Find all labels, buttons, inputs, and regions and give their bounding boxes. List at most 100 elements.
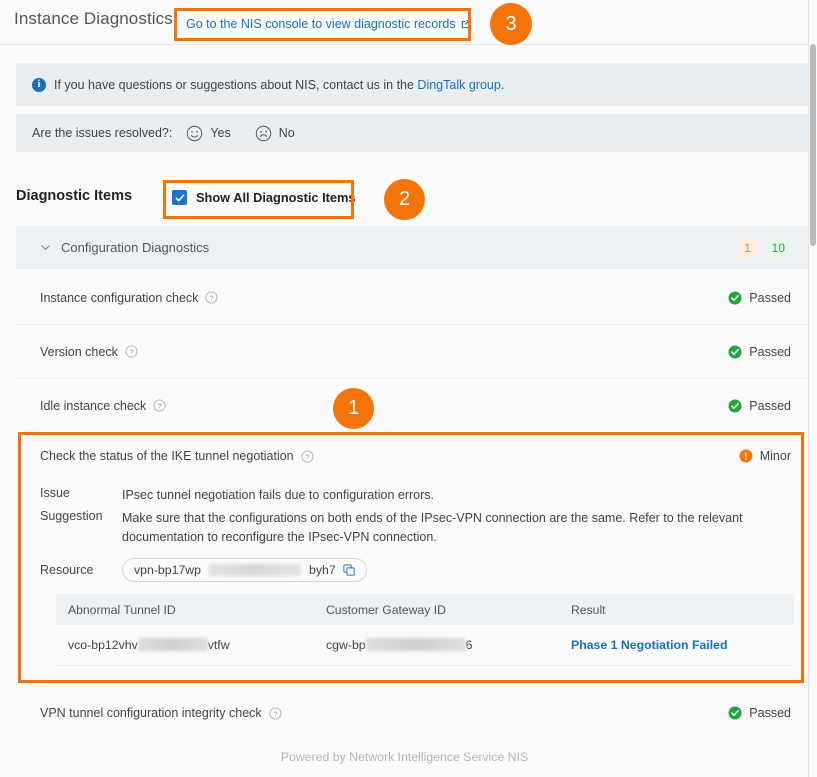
- question-mark-circle-icon[interactable]: ?: [205, 291, 218, 304]
- chevron-down-icon: [41, 245, 50, 250]
- feedback-no-label: No: [278, 126, 295, 140]
- check-status: Passed: [728, 399, 791, 413]
- check-circle-icon: [728, 399, 742, 412]
- info-icon: i: [32, 77, 46, 92]
- page-header: Instance Diagnostics Go to the NIS conso…: [0, 0, 809, 45]
- tunnel-id-suffix: vtfw: [207, 638, 230, 652]
- suggestion-text: Make sure that the configurations on bot…: [122, 511, 743, 544]
- check-row[interactable]: Idle instance check ? Passed: [16, 379, 809, 433]
- check-row[interactable]: Instance configuration check ? Passed: [16, 271, 809, 325]
- redacted-region: [137, 638, 208, 651]
- diagnostics-page: Instance Diagnostics Go to the NIS conso…: [0, 0, 817, 777]
- check-row[interactable]: VPN tunnel configuration integrity check…: [16, 686, 809, 740]
- column-header-tunnel-id: Abnormal Tunnel ID: [68, 602, 176, 617]
- failing-check-details: Issue IPsec tunnel negotiation fails due…: [40, 486, 783, 582]
- suggestion-label: Suggestion: [40, 509, 103, 523]
- severity-badge: Minor: [739, 449, 791, 463]
- feedback-no-option[interactable]: No: [255, 125, 295, 142]
- frowny-face-icon: [255, 125, 271, 141]
- failing-check-header: Check the status of the IKE tunnel negot…: [40, 449, 791, 463]
- check-status-label: Passed: [749, 344, 791, 359]
- check-status: Passed: [728, 291, 791, 305]
- check-status: Passed: [728, 345, 791, 359]
- page-title: Instance Diagnostics: [14, 9, 173, 28]
- info-banner-text-after: .: [500, 77, 505, 92]
- gateway-id-suffix: 6: [465, 638, 473, 652]
- svg-text:?: ?: [129, 348, 133, 357]
- column-header-result: Result: [571, 602, 606, 617]
- info-banner-text-before: If you have questions or suggestions abo…: [54, 77, 418, 92]
- check-status-label: Passed: [749, 398, 791, 413]
- cell-result-link[interactable]: Phase 1 Negotiation Failed: [571, 638, 794, 652]
- check-status-label: Passed: [749, 706, 791, 720]
- question-mark-circle-icon[interactable]: ?: [125, 345, 138, 358]
- nis-console-link-label: Go to the NIS console to view diagnostic…: [186, 17, 456, 31]
- severity-label: Minor: [759, 449, 791, 463]
- question-mark-circle-icon[interactable]: ?: [301, 449, 314, 463]
- question-mark-circle-icon[interactable]: ?: [269, 706, 282, 720]
- check-status: Passed: [728, 706, 791, 720]
- svg-text:?: ?: [158, 402, 162, 411]
- external-link-icon: [460, 19, 471, 30]
- check-status-label: Passed: [749, 290, 791, 305]
- dingtalk-group-link[interactable]: DingTalk group: [417, 78, 500, 92]
- check-circle-icon: [728, 345, 742, 358]
- resource-id-prefix: vpn-bp17wp: [134, 563, 201, 577]
- section-title: Configuration Diagnostics: [61, 240, 210, 255]
- check-name: VPN tunnel configuration integrity check: [40, 706, 262, 720]
- nis-console-link[interactable]: Go to the NIS console to view diagnostic…: [186, 17, 471, 31]
- cell-tunnel-id: vco-bp12vhv vtfw: [56, 638, 326, 652]
- smiley-face-icon: [187, 125, 203, 141]
- gateway-id-prefix: cgw-bp: [326, 638, 366, 652]
- resource-row: Resource vpn-bp17wp byh7: [40, 558, 783, 582]
- section-passed-count-badge: 10: [765, 237, 791, 258]
- table-header-row: Abnormal Tunnel ID Customer Gateway ID R…: [56, 594, 794, 625]
- footer-text: Powered by Network Intelligence Service …: [280, 750, 529, 764]
- copy-icon[interactable]: [343, 564, 355, 576]
- issue-row: Issue IPsec tunnel negotiation fails due…: [40, 486, 783, 505]
- check-row[interactable]: Version check ? Passed: [16, 325, 809, 379]
- resolution-question: Are the issues resolved?:: [32, 126, 173, 140]
- svg-text:?: ?: [210, 294, 214, 303]
- info-banner: i If you have questions or suggestions a…: [16, 63, 809, 106]
- resource-label: Resource: [40, 563, 94, 577]
- abnormal-tunnel-table: Abnormal Tunnel ID Customer Gateway ID R…: [56, 594, 794, 666]
- check-circle-icon: [728, 291, 742, 304]
- annotation-marker-1: 1: [333, 388, 374, 429]
- redacted-region: [365, 638, 466, 651]
- resolution-feedback-banner: Are the issues resolved?: Yes No: [16, 114, 809, 152]
- feedback-yes-option[interactable]: Yes: [186, 125, 231, 142]
- redacted-region: [209, 564, 301, 576]
- feedback-yes-label: Yes: [210, 126, 231, 140]
- check-icon: [175, 193, 184, 201]
- cell-gateway-id: cgw-bp 6: [326, 638, 571, 652]
- check-name: Instance configuration check: [40, 290, 199, 305]
- check-circle-icon: [728, 706, 742, 720]
- tunnel-id-prefix: vco-bp12vhv: [68, 638, 138, 652]
- annotation-marker-3: 3: [490, 3, 532, 45]
- failing-check-name: Check the status of the IKE tunnel negot…: [40, 449, 294, 463]
- info-banner-text: If you have questions or suggestions abo…: [54, 78, 504, 92]
- resource-id-suffix: byh7: [309, 563, 336, 577]
- show-all-label: Show All Diagnostic Items: [196, 190, 356, 205]
- check-name: Version check: [40, 344, 118, 359]
- annotation-marker-2: 2: [384, 179, 425, 220]
- resource-id-tag[interactable]: vpn-bp17wp byh7: [122, 558, 367, 582]
- svg-text:?: ?: [305, 452, 309, 461]
- table-row: vco-bp12vhv vtfw cgw-bp 6 Phase 1 Negotiat…: [56, 625, 794, 666]
- check-name: Idle instance check: [40, 398, 147, 413]
- failing-check-card: Check the status of the IKE tunnel negot…: [16, 432, 809, 686]
- issue-label: Issue: [40, 486, 70, 500]
- svg-text:?: ?: [273, 709, 277, 718]
- issue-text: IPsec tunnel negotiation fails due to co…: [122, 488, 434, 502]
- vertical-scrollbar-thumb[interactable]: [810, 44, 816, 246]
- question-mark-circle-icon[interactable]: ?: [153, 399, 166, 412]
- section-header-configuration-diagnostics[interactable]: Configuration Diagnostics 1 10: [16, 226, 809, 269]
- suggestion-row: Suggestion Make sure that the configurat…: [40, 509, 783, 547]
- column-header-gateway-id: Customer Gateway ID: [326, 602, 446, 617]
- vertical-scrollbar-track[interactable]: [809, 0, 817, 777]
- checkbox-box: [172, 190, 187, 205]
- show-all-diagnostic-items-checkbox[interactable]: Show All Diagnostic Items: [172, 190, 356, 205]
- diagnostic-items-heading: Diagnostic Items: [16, 188, 133, 204]
- section-warning-count-badge: 1: [736, 237, 759, 258]
